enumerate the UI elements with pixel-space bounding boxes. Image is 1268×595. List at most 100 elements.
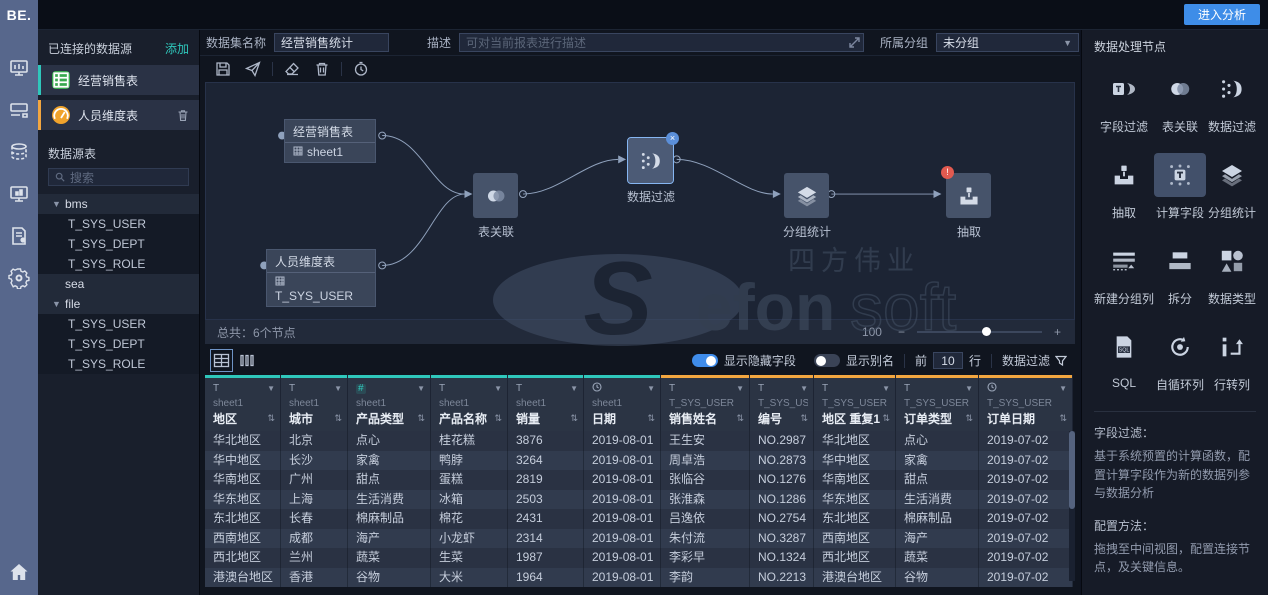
dataset-name-input[interactable] — [274, 33, 389, 52]
expand-icon[interactable] — [849, 37, 860, 48]
column-menu-icon[interactable]: ▼ — [647, 384, 655, 393]
tree-item-T_SYS_DEPT[interactable]: T_SYS_DEPT — [38, 234, 199, 254]
settings-icon[interactable] — [8, 267, 30, 289]
column-header-地区 重复1[interactable]: T▼ T_SYS_USER 地区 重复1⇅ — [814, 375, 896, 431]
sort-icon[interactable]: ⇅ — [570, 413, 578, 424]
dashboard-icon[interactable] — [8, 57, 30, 79]
node-type-字段过滤[interactable]: 字段过滤 — [1094, 59, 1154, 141]
node-type-SQL[interactable]: SQL SQL — [1094, 317, 1154, 399]
sort-icon[interactable]: ⇅ — [267, 413, 275, 424]
column-menu-icon[interactable]: ▼ — [417, 384, 425, 393]
report-icon[interactable] — [8, 225, 30, 247]
column-header-产品名称[interactable]: T▼ sheet1 产品名称⇅ — [431, 375, 508, 431]
database-icon[interactable] — [8, 141, 30, 163]
list-view-icon[interactable] — [239, 352, 256, 369]
column-header-销售姓名[interactable]: T▼ T_SYS_USER 销售姓名⇅ — [661, 375, 750, 431]
trash-icon[interactable] — [314, 61, 330, 77]
sort-icon[interactable]: ⇅ — [736, 413, 744, 424]
sort-icon[interactable]: ⇅ — [334, 413, 342, 424]
sort-icon[interactable]: ⇅ — [417, 413, 425, 424]
close-icon[interactable]: × — [666, 132, 679, 145]
top-bar: 进入分析 — [38, 0, 1268, 30]
zoom-out-button[interactable]: − — [896, 325, 907, 339]
table-view-icon[interactable] — [213, 352, 230, 369]
tree-group-sea[interactable]: sea — [38, 274, 199, 294]
node-type-数据类型[interactable]: 数据类型 — [1206, 231, 1258, 313]
zoom-slider-handle[interactable] — [982, 327, 991, 336]
column-header-城市[interactable]: T▼ sheet1 城市⇅ — [281, 375, 348, 431]
calc-icon — [1154, 153, 1206, 197]
op-node-数据过滤[interactable]: × — [628, 138, 673, 183]
column-header-日期[interactable]: ▼ sheet1 日期⇅ — [584, 375, 661, 431]
node-type-数据过滤[interactable]: 数据过滤 — [1206, 59, 1258, 141]
op-node-分组统计[interactable] — [784, 173, 829, 218]
node-type-抽取[interactable]: 抽取 — [1094, 145, 1154, 227]
row-limit-input[interactable] — [933, 352, 963, 369]
data-filter-button[interactable]: 数据过滤 — [1002, 352, 1067, 369]
tree-group-file[interactable]: ▼ file — [38, 294, 199, 314]
column-header-产品类型[interactable]: #▼ sheet1 产品类型⇅ — [348, 375, 431, 431]
group-dropdown[interactable]: 未分组 ▼ — [936, 33, 1079, 52]
add-source-link[interactable]: 添加 — [165, 40, 189, 57]
show-alias-toggle[interactable] — [814, 354, 840, 367]
op-node-抽取[interactable]: ! — [946, 173, 991, 218]
eraser-icon[interactable] — [284, 61, 300, 77]
column-menu-icon[interactable]: ▼ — [494, 384, 502, 393]
source-item[interactable]: 经营销售表 — [38, 65, 199, 95]
column-menu-icon[interactable]: ▼ — [800, 384, 808, 393]
tree-item-T_SYS_USER[interactable]: T_SYS_USER — [38, 214, 199, 234]
column-header-编号[interactable]: T▼ T_SYS_USER 编号⇅ — [750, 375, 814, 431]
delete-source-icon[interactable] — [177, 109, 189, 122]
flow-canvas[interactable]: 经营销售表 sheet1 人员维度表 T_SYS_USER 表关联 × 数据过滤… — [205, 82, 1075, 320]
node-type-计算字段[interactable]: 计算字段 — [1154, 145, 1206, 227]
left-rail: BE. — [0, 0, 38, 595]
column-menu-icon[interactable]: ▼ — [965, 384, 973, 393]
column-menu-icon[interactable]: ▼ — [570, 384, 578, 393]
sort-icon[interactable]: ⇅ — [800, 413, 808, 424]
search-input[interactable]: 搜索 — [48, 168, 189, 186]
tree-item-T_SYS_USER[interactable]: T_SYS_USER — [38, 314, 199, 334]
info-body: 拖拽至中间视图，配置连接节点，及关键信息。 — [1094, 540, 1256, 577]
tree-item-T_SYS_DEPT[interactable]: T_SYS_DEPT — [38, 334, 199, 354]
dataset-toolbar: 数据集名称 描述 所属分组 未分组 ▼ — [200, 30, 1080, 56]
node-type-拆分[interactable]: 拆分 — [1154, 231, 1206, 313]
home-icon[interactable] — [8, 561, 30, 583]
column-menu-icon[interactable]: ▼ — [882, 384, 890, 393]
column-header-地区[interactable]: T▼ sheet1 地区⇅ — [205, 375, 281, 431]
column-header-销量[interactable]: T▼ sheet1 销量⇅ — [508, 375, 584, 431]
op-node-表关联[interactable] — [473, 173, 518, 218]
zoom-slider[interactable] — [917, 331, 1042, 333]
node-type-自循环列[interactable]: 自循环列 — [1154, 317, 1206, 399]
node-type-新建分组列[interactable]: 新建分组列 — [1094, 231, 1154, 313]
tree-group-bms[interactable]: ▼ bms — [38, 194, 199, 214]
vertical-scrollbar[interactable] — [1069, 431, 1075, 581]
tree-item-T_SYS_ROLE[interactable]: T_SYS_ROLE — [38, 354, 199, 374]
enter-analysis-button[interactable]: 进入分析 — [1184, 4, 1260, 25]
zoom-in-button[interactable]: + — [1052, 325, 1063, 339]
sort-icon[interactable]: ⇅ — [965, 413, 973, 424]
sort-icon[interactable]: ⇅ — [494, 413, 502, 424]
column-menu-icon[interactable]: ▼ — [334, 384, 342, 393]
table-node[interactable]: 经营销售表 sheet1 — [284, 119, 376, 163]
slides-icon[interactable] — [8, 99, 30, 121]
source-item[interactable]: 人员维度表 — [38, 100, 199, 130]
sort-icon[interactable]: ⇅ — [1059, 413, 1067, 424]
tree-item-T_SYS_ROLE[interactable]: T_SYS_ROLE — [38, 254, 199, 274]
description-input[interactable] — [459, 33, 864, 52]
node-type-表关联[interactable]: 表关联 — [1154, 59, 1206, 141]
node-type-行转列[interactable]: 行转列 — [1206, 317, 1258, 399]
column-menu-icon[interactable]: ▼ — [1059, 384, 1067, 393]
save-icon[interactable] — [215, 61, 231, 77]
column-header-订单日期[interactable]: ▼ T_SYS_USER 订单日期⇅ — [979, 375, 1073, 431]
send-icon[interactable] — [245, 61, 261, 77]
column-header-订单类型[interactable]: T▼ T_SYS_USER 订单类型⇅ — [896, 375, 979, 431]
sort-icon[interactable]: ⇅ — [882, 413, 890, 424]
monitor-icon[interactable] — [8, 183, 30, 205]
history-icon[interactable] — [353, 61, 369, 77]
column-menu-icon[interactable]: ▼ — [736, 384, 744, 393]
show-hidden-fields-toggle[interactable] — [692, 354, 718, 367]
sort-icon[interactable]: ⇅ — [647, 413, 655, 424]
column-menu-icon[interactable]: ▼ — [267, 384, 275, 393]
node-type-分组统计[interactable]: 分组统计 — [1206, 145, 1258, 227]
table-node[interactable]: 人员维度表 T_SYS_USER — [266, 249, 376, 307]
